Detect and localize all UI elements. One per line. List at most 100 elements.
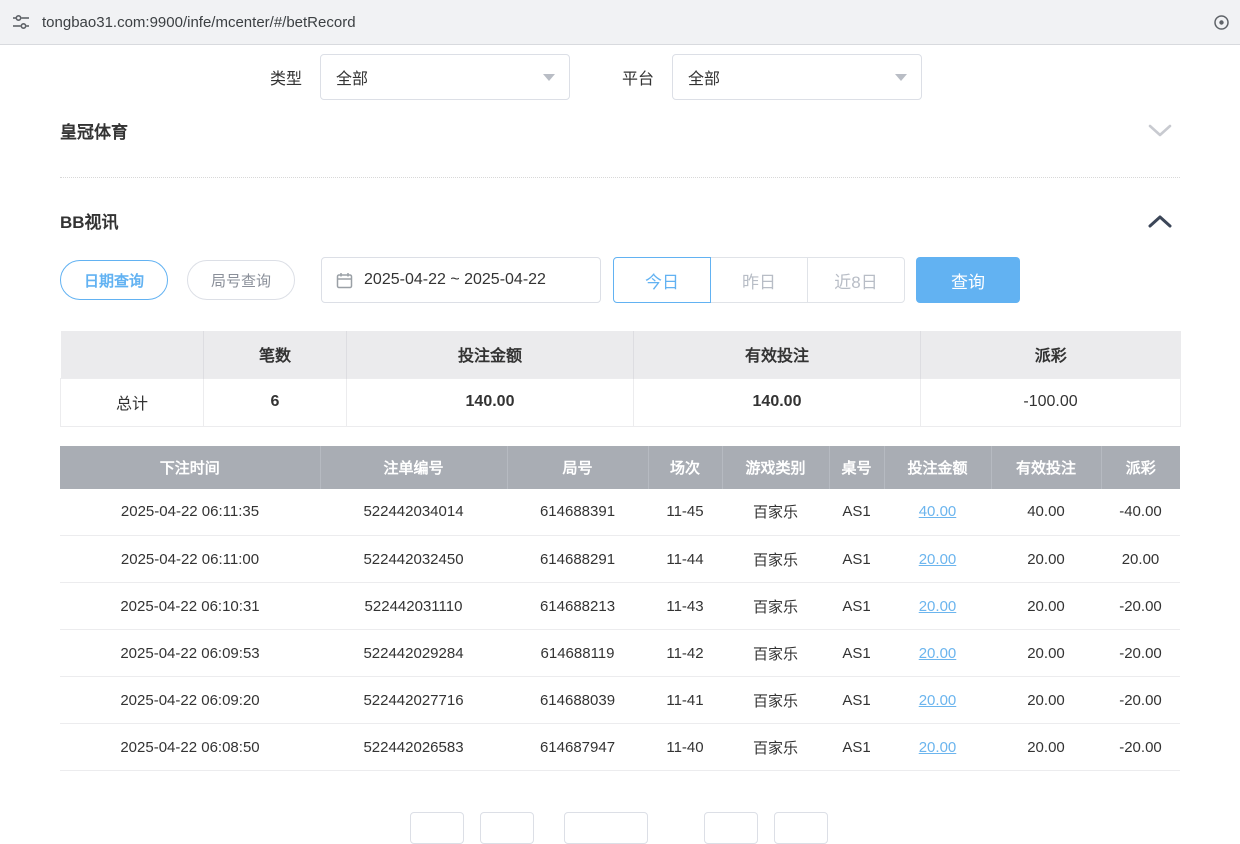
cell-bet-time: 2025-04-22 06:11:35	[60, 489, 320, 536]
summary-header-count: 笔数	[204, 331, 347, 378]
pagination-page-button[interactable]	[704, 812, 758, 844]
cell-valid-bet: 20.00	[991, 724, 1101, 771]
round-query-button[interactable]: 局号查询	[187, 260, 295, 300]
type-select[interactable]: 全部	[320, 54, 570, 100]
header-game-type: 游戏类别	[722, 446, 829, 489]
cell-bet-id: 522442031110	[320, 583, 507, 630]
chevron-down-icon	[543, 74, 555, 81]
cell-valid-bet: 20.00	[991, 583, 1101, 630]
summary-header-row: 笔数 投注金额 有效投注 派彩	[61, 331, 1181, 378]
chevron-down-icon[interactable]	[1148, 124, 1180, 138]
url-text[interactable]: tongbao31.com:9900/infe/mcenter/#/betRec…	[42, 14, 1201, 31]
cell-table-no: AS1	[829, 489, 884, 536]
cell-valid-bet: 20.00	[991, 677, 1101, 724]
summary-total-row: 总计 6 140.00 140.00 -100.00	[61, 378, 1181, 426]
cell-session: 11-41	[648, 677, 722, 724]
platform-select-value: 全部	[688, 65, 720, 89]
cell-game-type: 百家乐	[722, 724, 829, 771]
cell-round: 614688391	[507, 489, 648, 536]
summary-bet-amount: 140.00	[347, 378, 634, 426]
bet-amount-link[interactable]: 20.00	[919, 645, 957, 662]
cell-game-type: 百家乐	[722, 677, 829, 724]
header-session: 场次	[648, 446, 722, 489]
calendar-icon	[336, 272, 353, 289]
site-settings-icon[interactable]	[12, 13, 30, 31]
header-table-no: 桌号	[829, 446, 884, 489]
cell-bet-time: 2025-04-22 06:11:00	[60, 536, 320, 583]
table-row: 2025-04-22 06:10:31 522442031110 6146882…	[60, 583, 1180, 630]
cell-round: 614687947	[507, 724, 648, 771]
cell-bet-id: 522442034014	[320, 489, 507, 536]
summary-total-label: 总计	[61, 378, 204, 426]
today-button[interactable]: 今日	[613, 257, 711, 303]
table-row: 2025-04-22 06:09:53 522442029284 6146881…	[60, 630, 1180, 677]
summary-header-valid-bet: 有效投注	[634, 331, 921, 378]
section-bb-video[interactable]: BB视讯	[60, 208, 1180, 233]
section-crown-sports[interactable]: 皇冠体育	[60, 118, 1180, 178]
cell-session: 11-44	[648, 536, 722, 583]
platform-filter-label: 平台	[622, 65, 654, 89]
bet-amount-link[interactable]: 20.00	[919, 598, 957, 615]
cell-bet-id: 522442026583	[320, 724, 507, 771]
cell-game-type: 百家乐	[722, 489, 829, 536]
bet-amount-link[interactable]: 20.00	[919, 692, 957, 709]
summary-payout: -100.00	[921, 378, 1181, 426]
quick-date-group: 今日 昨日 近8日	[613, 257, 905, 303]
cell-session: 11-43	[648, 583, 722, 630]
type-select-value: 全部	[336, 65, 368, 89]
cell-bet-amount: 20.00	[884, 583, 991, 630]
cell-session: 11-40	[648, 724, 722, 771]
cell-payout: -20.00	[1101, 630, 1180, 677]
main-content: 类型 全部 平台 全部 皇冠体育 BB视讯 日期查询 局号查询	[0, 54, 1240, 771]
filter-row: 类型 全部 平台 全部	[270, 54, 1180, 100]
summary-header-payout: 派彩	[921, 331, 1181, 378]
summary-header-bet-amount: 投注金额	[347, 331, 634, 378]
cell-bet-amount: 20.00	[884, 630, 991, 677]
cell-table-no: AS1	[829, 536, 884, 583]
cell-valid-bet: 40.00	[991, 489, 1101, 536]
summary-valid-bet: 140.00	[634, 378, 921, 426]
pagination-next-button[interactable]	[774, 812, 828, 844]
crown-sports-title: 皇冠体育	[60, 118, 128, 143]
table-header-row: 下注时间 注单编号 局号 场次 游戏类别 桌号 投注金额 有效投注 派彩	[60, 446, 1180, 489]
cell-payout: -20.00	[1101, 583, 1180, 630]
cell-round: 614688213	[507, 583, 648, 630]
pagination-prev-button[interactable]	[410, 812, 464, 844]
chevron-down-icon	[895, 74, 907, 81]
cell-bet-amount: 20.00	[884, 724, 991, 771]
header-bet-time: 下注时间	[60, 446, 320, 489]
table-row: 2025-04-22 06:11:35 522442034014 6146883…	[60, 489, 1180, 536]
summary-header-blank	[61, 331, 204, 378]
cell-session: 11-45	[648, 489, 722, 536]
chevron-up-icon[interactable]	[1148, 214, 1180, 228]
summary-table: 笔数 投注金额 有效投注 派彩 总计 6 140.00 140.00 -100.…	[60, 331, 1181, 427]
cell-bet-amount: 20.00	[884, 677, 991, 724]
yesterday-button[interactable]: 昨日	[710, 257, 808, 303]
bet-amount-link[interactable]: 40.00	[919, 503, 957, 520]
cell-game-type: 百家乐	[722, 630, 829, 677]
table-row: 2025-04-22 06:11:00 522442032450 6146882…	[60, 536, 1180, 583]
cell-game-type: 百家乐	[722, 583, 829, 630]
cell-bet-time: 2025-04-22 06:09:53	[60, 630, 320, 677]
date-range-input[interactable]: 2025-04-22 ~ 2025-04-22	[321, 257, 601, 303]
bb-video-title: BB视讯	[60, 208, 119, 233]
cell-table-no: AS1	[829, 630, 884, 677]
pagination	[410, 812, 828, 844]
last8days-button[interactable]: 近8日	[807, 257, 905, 303]
header-payout: 派彩	[1101, 446, 1180, 489]
cell-bet-time: 2025-04-22 06:10:31	[60, 583, 320, 630]
cell-payout: -40.00	[1101, 489, 1180, 536]
cell-bet-amount: 40.00	[884, 489, 991, 536]
pagination-page-button[interactable]	[480, 812, 534, 844]
bet-amount-link[interactable]: 20.00	[919, 551, 957, 568]
page-action-icon[interactable]	[1213, 14, 1230, 31]
search-button[interactable]: 查询	[916, 257, 1020, 303]
bet-record-table: 下注时间 注单编号 局号 场次 游戏类别 桌号 投注金额 有效投注 派彩 202…	[60, 446, 1180, 772]
cell-bet-id: 522442027716	[320, 677, 507, 724]
cell-payout: 20.00	[1101, 536, 1180, 583]
platform-select[interactable]: 全部	[672, 54, 922, 100]
date-query-button[interactable]: 日期查询	[60, 260, 168, 300]
cell-bet-time: 2025-04-22 06:09:20	[60, 677, 320, 724]
pagination-page-select[interactable]	[564, 812, 648, 844]
bet-amount-link[interactable]: 20.00	[919, 739, 957, 756]
